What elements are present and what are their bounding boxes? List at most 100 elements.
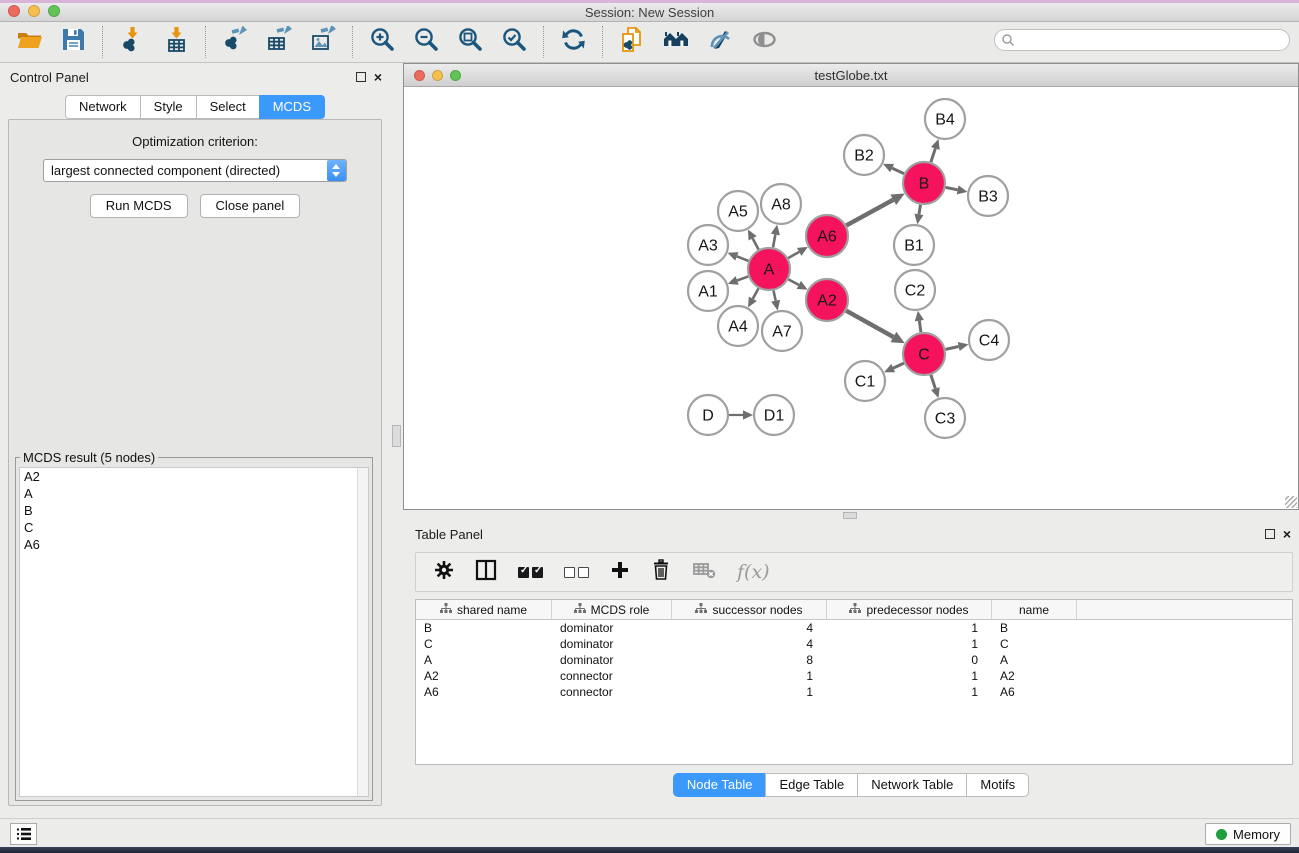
network-minimize-button[interactable] (432, 70, 443, 81)
refresh-button[interactable] (557, 26, 589, 58)
table-cell[interactable]: C (416, 636, 552, 652)
graph-node-C2[interactable]: C2 (895, 270, 935, 310)
search-input[interactable] (994, 29, 1290, 51)
network-close-button[interactable] (414, 70, 425, 81)
edge-A-A3[interactable] (737, 256, 749, 261)
graph-node-B3[interactable]: B3 (968, 176, 1008, 216)
edge-C-C3[interactable] (931, 375, 935, 389)
graph-node-A3[interactable]: A3 (688, 225, 728, 265)
table-cell[interactable]: 4 (672, 620, 827, 636)
delete-table-button[interactable] (692, 559, 716, 585)
horizontal-splitter-handle[interactable] (843, 512, 857, 519)
zoom-window-button[interactable] (48, 5, 60, 17)
delete-column-button[interactable] (651, 559, 671, 585)
network-canvas[interactable]: B4B2BB3A5A8A6B1A3AA1A2C2A4A7C4CC1DD1C3 (404, 87, 1298, 509)
table-close-panel-icon[interactable]: × (1283, 529, 1291, 539)
zoom-fit-button[interactable] (454, 26, 486, 58)
table-cell[interactable]: connector (552, 684, 672, 700)
import-network-button[interactable] (116, 26, 148, 58)
graph-node-A1[interactable]: A1 (688, 271, 728, 311)
deselect-all-button[interactable] (564, 559, 589, 585)
add-column-button[interactable] (610, 559, 630, 585)
tab-network[interactable]: Network (65, 95, 140, 119)
table-cell[interactable]: 1 (827, 668, 992, 684)
criterion-dropdown[interactable]: largest connected component (directed) (43, 159, 347, 182)
task-history-button[interactable] (10, 823, 37, 845)
tab-motifs[interactable]: Motifs (966, 773, 1029, 797)
table-row[interactable]: Bdominator41B (416, 620, 1292, 636)
table-cell[interactable]: dominator (552, 652, 672, 668)
graph-node-B2[interactable]: B2 (844, 135, 884, 175)
graph-node-C4[interactable]: C4 (969, 320, 1009, 360)
edge-A-A4[interactable] (753, 288, 759, 298)
zoom-selected-button[interactable] (498, 26, 530, 58)
graph-node-B4[interactable]: B4 (925, 99, 965, 139)
edge-B-B3[interactable] (946, 187, 958, 189)
column-header-shared-name[interactable]: shared name (416, 600, 552, 619)
save-session-button[interactable] (57, 26, 89, 58)
vertical-splitter-handle[interactable] (392, 425, 401, 447)
open-file-button[interactable] (13, 26, 45, 58)
table-row[interactable]: A2connector11A2 (416, 668, 1292, 684)
tab-mcds[interactable]: MCDS (259, 95, 325, 119)
graph-node-C[interactable]: C (903, 333, 945, 375)
list-scrollbar[interactable] (357, 468, 368, 796)
edge-C-C1[interactable] (893, 363, 904, 368)
column-header-name[interactable]: name (992, 600, 1077, 619)
column-header-predecessor-nodes[interactable]: predecessor nodes (827, 600, 992, 619)
graph-node-D[interactable]: D (688, 395, 728, 435)
mcds-result-list[interactable]: A2ABCA6 (19, 467, 369, 797)
export-table-button[interactable] (263, 26, 295, 58)
minimize-window-button[interactable] (28, 5, 40, 17)
graph-node-B[interactable]: B (903, 162, 945, 204)
table-cell[interactable]: A (992, 652, 1077, 668)
table-cell[interactable]: C (992, 636, 1077, 652)
table-cell[interactable]: dominator (552, 620, 672, 636)
graph-node-A4[interactable]: A4 (718, 306, 758, 346)
memory-button[interactable]: Memory (1205, 823, 1291, 845)
graph-node-D1[interactable]: D1 (754, 395, 794, 435)
table-cell[interactable]: 8 (672, 652, 827, 668)
table-cell[interactable]: dominator (552, 636, 672, 652)
float-panel-icon[interactable] (356, 72, 366, 82)
graph-node-B1[interactable]: B1 (894, 225, 934, 265)
edge-A6-B[interactable] (846, 200, 893, 226)
tab-select[interactable]: Select (196, 95, 259, 119)
tab-style[interactable]: Style (140, 95, 196, 119)
run-mcds-button[interactable]: Run MCDS (90, 194, 188, 218)
table-cell[interactable]: A2 (416, 668, 552, 684)
network-zoom-button[interactable] (450, 70, 461, 81)
new-network-from-selection-button[interactable] (616, 26, 648, 58)
table-row[interactable]: Adominator80A (416, 652, 1292, 668)
hide-graphics-button[interactable] (704, 26, 736, 58)
import-table-button[interactable] (160, 26, 192, 58)
resize-grip-icon[interactable] (1285, 496, 1297, 508)
table-cell[interactable]: A6 (992, 684, 1077, 700)
column-view-button[interactable] (475, 559, 497, 585)
edge-A-A5[interactable] (753, 238, 759, 249)
table-cell[interactable]: B (992, 620, 1077, 636)
graph-node-A8[interactable]: A8 (761, 184, 801, 224)
graph-node-C1[interactable]: C1 (845, 361, 885, 401)
table-row[interactable]: Cdominator41C (416, 636, 1292, 652)
graph-node-C3[interactable]: C3 (925, 398, 965, 438)
table-cell[interactable]: A (416, 652, 552, 668)
tab-node-table[interactable]: Node Table (673, 773, 766, 797)
table-cell[interactable]: A6 (416, 684, 552, 700)
mcds-result-item[interactable]: A6 (20, 536, 368, 553)
table-cell[interactable]: 1 (672, 668, 827, 684)
tab-edge-table[interactable]: Edge Table (765, 773, 857, 797)
table-cell[interactable]: 1 (827, 636, 992, 652)
mcds-result-item[interactable]: C (20, 519, 368, 536)
export-image-button[interactable] (307, 26, 339, 58)
table-cell[interactable]: 1 (672, 684, 827, 700)
mcds-result-item[interactable]: A2 (20, 468, 368, 485)
edge-A-A1[interactable] (737, 276, 748, 280)
gear-button[interactable] (434, 559, 454, 585)
edge-A2-C[interactable] (846, 311, 893, 337)
edge-A-A8[interactable] (773, 234, 775, 247)
edge-A-A7[interactable] (774, 291, 776, 301)
graph-node-A[interactable]: A (748, 248, 790, 290)
table-cell[interactable]: 1 (827, 620, 992, 636)
column-header-successor-nodes[interactable]: successor nodes (672, 600, 827, 619)
